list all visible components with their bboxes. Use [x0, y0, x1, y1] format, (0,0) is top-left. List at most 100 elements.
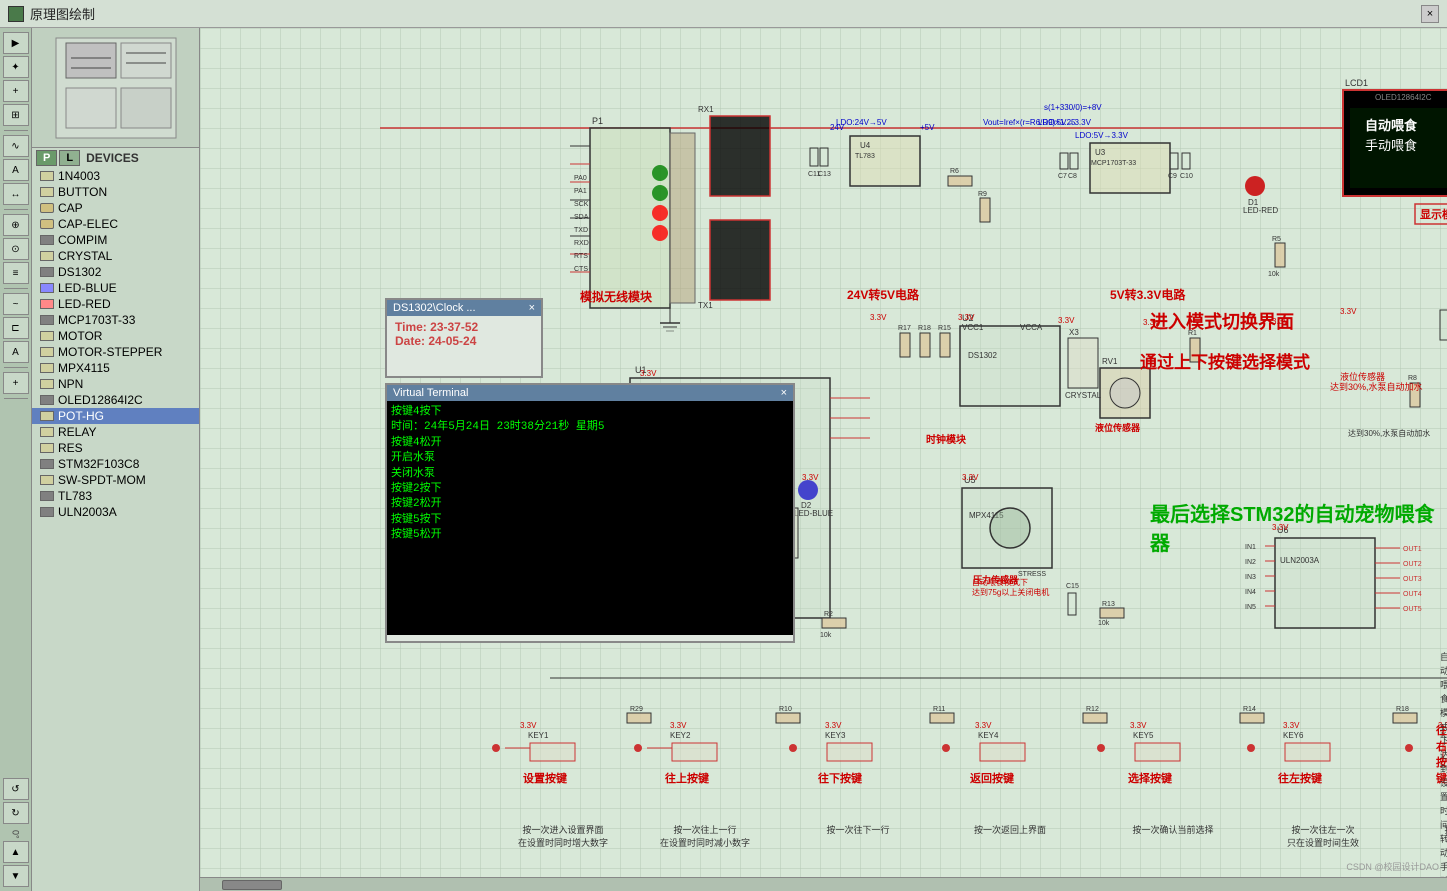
svg-text:3.3V: 3.3V — [640, 369, 657, 378]
device-CAP-ELEC[interactable]: CAP-ELEC — [32, 216, 199, 232]
probe-tool[interactable]: ∿ — [3, 135, 29, 157]
voltage-tool[interactable]: A — [3, 159, 29, 181]
svg-text:VCCA: VCCA — [1020, 323, 1043, 332]
svg-text:ULN2003A: ULN2003A — [1280, 556, 1320, 565]
key-label-4: 返回按键 — [970, 770, 1014, 786]
terminal-title[interactable]: Virtual Terminal × — [387, 385, 793, 401]
terminal-line-5: 按键2按下 — [391, 482, 789, 497]
bus-tool[interactable]: ⊞ — [3, 104, 29, 126]
svg-text:PA1: PA1 — [574, 188, 587, 195]
origin-tool[interactable]: + — [3, 372, 29, 394]
svg-text:D1: D1 — [1248, 198, 1259, 207]
tab-p[interactable]: P — [36, 150, 57, 166]
key-label-6: 往左按键 — [1278, 770, 1322, 786]
undo-tool[interactable]: ↺ — [3, 778, 29, 800]
device-OLED[interactable]: OLED12864I2C — [32, 392, 199, 408]
close-button[interactable]: × — [1421, 5, 1439, 23]
device-MPX4115[interactable]: MPX4115 — [32, 360, 199, 376]
junction-tool[interactable]: ⊕ — [3, 214, 29, 236]
device-icon-BUTTON — [40, 187, 54, 197]
horizontal-scrollbar[interactable] — [200, 877, 1447, 891]
label-analog-wireless: 模拟无线模块 — [580, 288, 652, 305]
device-STM32[interactable]: STM32F103C8 — [32, 456, 199, 472]
annotation-mode-switch: 进入模式切换界面 — [1150, 308, 1294, 334]
svg-text:IN5: IN5 — [1245, 604, 1256, 611]
device-1N4003[interactable]: 1N4003 — [32, 168, 199, 184]
select-tool[interactable]: ▶ — [3, 32, 29, 54]
key-label-3: 往下按键 — [818, 770, 862, 786]
key-desc-6b: 只在设置时间生效 — [1268, 836, 1378, 849]
device-LED-RED[interactable]: LED-RED — [32, 296, 199, 312]
svg-text:R11: R11 — [933, 706, 945, 713]
svg-text:IN2: IN2 — [1245, 559, 1256, 566]
rect-tool[interactable]: ⊏ — [3, 317, 29, 339]
svg-text:3.3V: 3.3V — [975, 721, 992, 730]
device-POT-HG[interactable]: POT-HG — [32, 408, 199, 424]
device-DS1302[interactable]: DS1302 — [32, 264, 199, 280]
device-MCP1703T[interactable]: MCP1703T-33 — [32, 312, 199, 328]
device-list[interactable]: 1N4003 BUTTON CAP CAP-ELEC COMPIM CRYSTA… — [32, 168, 199, 891]
device-CRYSTAL[interactable]: CRYSTAL — [32, 248, 199, 264]
key-label-5: 选择按键 — [1128, 770, 1172, 786]
title-text: 原理图绘制 — [30, 4, 95, 23]
device-RELAY[interactable]: RELAY — [32, 424, 199, 440]
device-ULN2003A[interactable]: ULN2003A — [32, 504, 199, 520]
tab-l[interactable]: L — [59, 150, 80, 166]
clock-title[interactable]: DS1302\Clock ... × — [387, 300, 541, 316]
pan-down[interactable]: ▼ — [3, 865, 29, 887]
divider2 — [4, 209, 28, 210]
device-COMPIM[interactable]: COMPIM — [32, 232, 199, 248]
device-NPN[interactable]: NPN — [32, 376, 199, 392]
device-icon-LED-RED — [40, 299, 54, 309]
device-TL783[interactable]: TL783 — [32, 488, 199, 504]
svg-text:IN4: IN4 — [1245, 589, 1256, 596]
svg-text:手动喂食: 手动喂食 — [1365, 138, 1417, 153]
terminal-line-3: 开启水泵 — [391, 451, 789, 466]
svg-text:3.3V: 3.3V — [962, 473, 979, 482]
redo-tool[interactable]: ↻ — [3, 802, 29, 824]
svg-text:OUT4: OUT4 — [1403, 591, 1422, 598]
svg-text:MPX4115: MPX4115 — [969, 511, 1004, 520]
svg-text:3.3V: 3.3V — [1340, 307, 1357, 316]
canvas-area[interactable]: P1 U4 TL783 — [200, 28, 1447, 891]
device-icon-MCP1703T — [40, 315, 54, 325]
device-LED-BLUE[interactable]: LED-BLUE — [32, 280, 199, 296]
svg-text:达到30%,水泵自动加水: 达到30%,水泵自动加水 — [1348, 428, 1430, 438]
line-tool[interactable]: ~ — [3, 293, 29, 315]
clock-close[interactable]: × — [529, 302, 535, 314]
divider3 — [4, 288, 28, 289]
terminal-line-4: 关闭水泵 — [391, 467, 789, 482]
schematic-canvas[interactable]: P1 U4 TL783 — [200, 28, 1447, 891]
device-BUTTON[interactable]: BUTTON — [32, 184, 199, 200]
device-MOTOR[interactable]: MOTOR — [32, 328, 199, 344]
svg-text:TL783: TL783 — [855, 153, 875, 160]
svg-text:PA0: PA0 — [574, 175, 587, 182]
scrollbar-thumb-h[interactable] — [222, 880, 282, 890]
terminal-line-6: 按键2松开 — [391, 497, 789, 512]
wire-tool[interactable]: + — [3, 80, 29, 102]
device-SW-SPDT[interactable]: SW-SPDT-MOM — [32, 472, 199, 488]
device-icon-1N4003 — [40, 171, 54, 181]
app-icon — [8, 6, 24, 22]
terminal-close[interactable]: × — [781, 387, 787, 399]
pan-up[interactable]: ▲ — [3, 841, 29, 863]
clock-content: Time: 23-37-52 Date: 24-05-24 — [387, 316, 541, 352]
zoom-label: 0° — [11, 830, 21, 839]
port-tool[interactable]: ⊙ — [3, 238, 29, 260]
svg-text:3.3V: 3.3V — [870, 313, 887, 322]
device-RES[interactable]: RES — [32, 440, 199, 456]
power-tool[interactable]: ≡ — [3, 262, 29, 284]
device-CAP[interactable]: CAP — [32, 200, 199, 216]
device-MOTOR-STEPPER[interactable]: MOTOR-STEPPER — [32, 344, 199, 360]
component-tool[interactable]: ✦ — [3, 56, 29, 78]
device-icon-TL783 — [40, 491, 54, 501]
svg-text:RX1: RX1 — [698, 105, 714, 114]
svg-text:SDA: SDA — [574, 214, 589, 221]
device-icon-RELAY — [40, 427, 54, 437]
svg-text:自动喂食模式下: 自动喂食模式下 — [972, 577, 1028, 587]
svg-text:D2: D2 — [801, 501, 812, 510]
pin-tool[interactable]: ↔ — [3, 183, 29, 205]
svg-text:C8: C8 — [1068, 173, 1077, 180]
text-tool[interactable]: A — [3, 341, 29, 363]
component-preview-svg — [51, 33, 181, 143]
